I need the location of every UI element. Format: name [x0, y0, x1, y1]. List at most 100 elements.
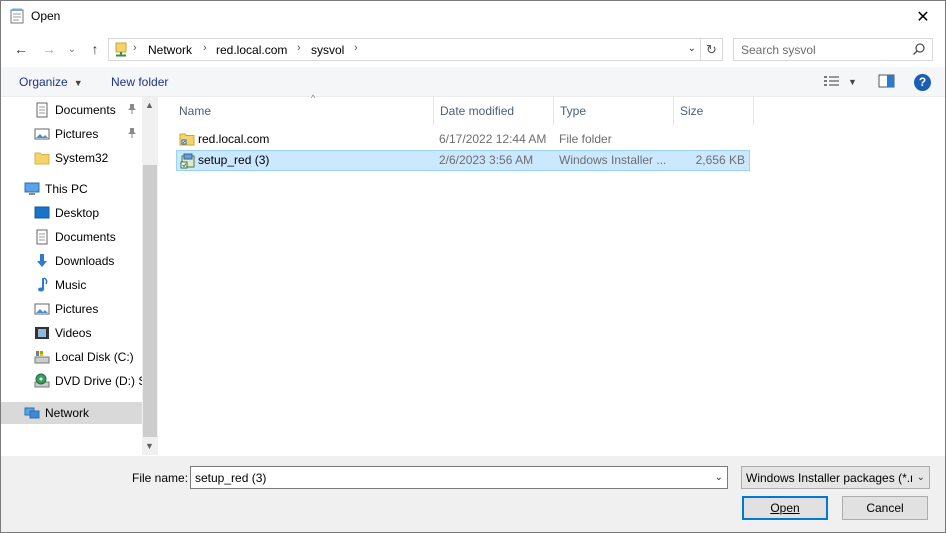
open-button[interactable]: Open [742, 496, 828, 520]
file-type-filter-value: Windows Installer packages (*.r [746, 471, 912, 485]
open-button-label: Open [770, 501, 800, 515]
sidebar-item-label: Network [45, 406, 90, 420]
sidebar-item-videos[interactable]: Videos [1, 322, 142, 344]
refresh-button[interactable]: ↻ [700, 39, 722, 60]
new-folder-button[interactable]: New folder [111, 75, 168, 89]
msi-package-icon [180, 153, 196, 169]
scroll-down-icon[interactable]: ▼ [145, 441, 154, 451]
notepad-icon [10, 8, 24, 24]
file-name-pane: File name: setup_red (3) ⌄ Windows Insta… [1, 456, 945, 532]
new-folder-label: New folder [111, 75, 169, 89]
documents-icon [34, 102, 50, 118]
sidebar-item-label: This PC [45, 182, 88, 196]
details-view-icon [823, 74, 841, 91]
documents-icon [34, 229, 50, 245]
forward-button[interactable]: → [39, 38, 59, 60]
up-arrow-icon: ↑ [91, 41, 99, 57]
videos-icon [34, 325, 50, 341]
sidebar-item-downloads[interactable]: Downloads [1, 250, 142, 272]
sidebar-item-label: Downloads [55, 254, 115, 268]
sidebar-item-label: Local Disk (C:) [55, 350, 134, 364]
sort-ascending-icon: ^ [311, 93, 316, 103]
address-bar[interactable]: › Network › red.local.com › sysvol › ⌄ ↻ [108, 38, 723, 61]
file-type: File folder [559, 132, 612, 146]
file-date-modified: 6/17/2022 12:44 AM [439, 132, 547, 146]
sidebar-item-system32[interactable]: System32 [1, 147, 142, 169]
dvd-icon [34, 373, 50, 389]
sidebar-item-music[interactable]: Music [1, 274, 142, 296]
sidebar-item-this-pc[interactable]: This PC [1, 178, 142, 200]
file-row-red-local-com[interactable]: red.local.com 6/17/2022 12:44 AM File fo… [176, 129, 750, 150]
sidebar-item-network[interactable]: Network [1, 402, 142, 424]
sidebar-item-label: Pictures [55, 127, 99, 141]
file-row-setup-red[interactable]: setup_red (3) 2/6/2023 3:56 AM Windows I… [176, 150, 750, 171]
organize-label: Organize [19, 75, 68, 89]
file-name: setup_red (3) [198, 153, 270, 167]
pin-icon [127, 127, 137, 142]
shared-folder-icon [179, 131, 195, 147]
chevron-down-icon[interactable]: ⌄ [917, 472, 925, 483]
breadcrumb-network[interactable]: Network [148, 43, 192, 57]
scroll-up-icon[interactable]: ▲ [145, 100, 154, 110]
chevron-down-icon: ⌄ [67, 43, 77, 55]
title-bar: Open ✕ [1, 1, 945, 32]
file-name-value: setup_red (3) [195, 471, 267, 485]
change-view-button[interactable]: ▼ [823, 73, 857, 91]
cancel-button-label: Cancel [866, 501, 904, 515]
file-size: 2,656 KB [695, 153, 745, 167]
breadcrumb-separator: › [203, 42, 207, 54]
column-header-type[interactable]: Type [554, 97, 674, 125]
sidebar-item-pictures[interactable]: Pictures [1, 298, 142, 320]
back-arrow-icon: ← [14, 41, 28, 57]
file-name-input[interactable]: setup_red (3) ⌄ [190, 466, 728, 489]
window-title: Open [31, 9, 61, 23]
cancel-button[interactable]: Cancel [842, 496, 928, 520]
up-button[interactable]: ↑ [85, 38, 105, 60]
navigation-scrollbar[interactable]: ▲ ▼ [142, 97, 158, 455]
recent-locations-button[interactable]: ⌄ [65, 38, 79, 60]
sidebar-item-label: Videos [55, 326, 92, 340]
breadcrumb-red-local-com[interactable]: red.local.com [216, 43, 287, 57]
address-dropdown-icon[interactable]: ⌄ [688, 43, 696, 54]
pictures-icon [34, 301, 50, 317]
sidebar-item-documents[interactable]: Documents [1, 226, 142, 248]
help-icon: ? [914, 73, 931, 91]
search-icon[interactable] [912, 42, 926, 56]
sidebar-item-desktop[interactable]: Desktop [1, 202, 142, 224]
navigation-bar: ← → ⌄ ↑ › Network › red.local.com › sysv… [1, 34, 945, 64]
scrollbar-thumb[interactable] [143, 165, 157, 437]
computer-icon [24, 181, 40, 197]
breadcrumb-separator: › [297, 42, 301, 54]
breadcrumb-sysvol[interactable]: sysvol [311, 43, 344, 57]
network-location-icon [115, 42, 127, 57]
sidebar-item-dvd-drive-d-ss[interactable]: DVD Drive (D:) SS [1, 370, 142, 392]
close-button[interactable]: ✕ [901, 1, 945, 32]
preview-pane-button[interactable] [878, 73, 895, 91]
help-button[interactable]: ? [914, 73, 931, 91]
column-header-date-modified[interactable]: Date modified [434, 97, 554, 125]
refresh-icon: ↻ [706, 41, 717, 57]
breadcrumb-separator: › [354, 42, 358, 54]
column-header-size[interactable]: Size [674, 97, 754, 125]
chevron-down-icon: ▼ [73, 78, 83, 88]
sidebar-item-label: Desktop [55, 206, 100, 220]
music-icon [34, 277, 50, 293]
column-header-name[interactable]: ^ Name [173, 93, 434, 125]
chevron-down-icon[interactable]: ⌄ [715, 472, 723, 483]
file-date-modified: 2/6/2023 3:56 AM [439, 153, 534, 167]
sidebar-item-local-disk-c[interactable]: Local Disk (C:) [1, 346, 142, 368]
chevron-down-icon: ▼ [848, 77, 857, 87]
disk-icon [34, 349, 50, 365]
file-list: ^ Name Date modified Type Size red.local… [161, 93, 945, 455]
organize-button[interactable]: Organize ▼ [19, 75, 83, 89]
file-name: red.local.com [198, 132, 270, 146]
sidebar-item-pictures[interactable]: Pictures [1, 123, 142, 145]
downloads-icon [34, 253, 50, 269]
search-box[interactable]: Search sysvol [733, 38, 933, 61]
breadcrumb-separator: › [133, 42, 137, 54]
sidebar-item-documents[interactable]: Documents [1, 99, 142, 121]
file-type: Windows Installer ... [559, 153, 667, 167]
back-button[interactable]: ← [11, 38, 31, 60]
file-type-filter[interactable]: Windows Installer packages (*.r ⌄ [741, 466, 930, 489]
file-name-label: File name: [132, 471, 189, 485]
